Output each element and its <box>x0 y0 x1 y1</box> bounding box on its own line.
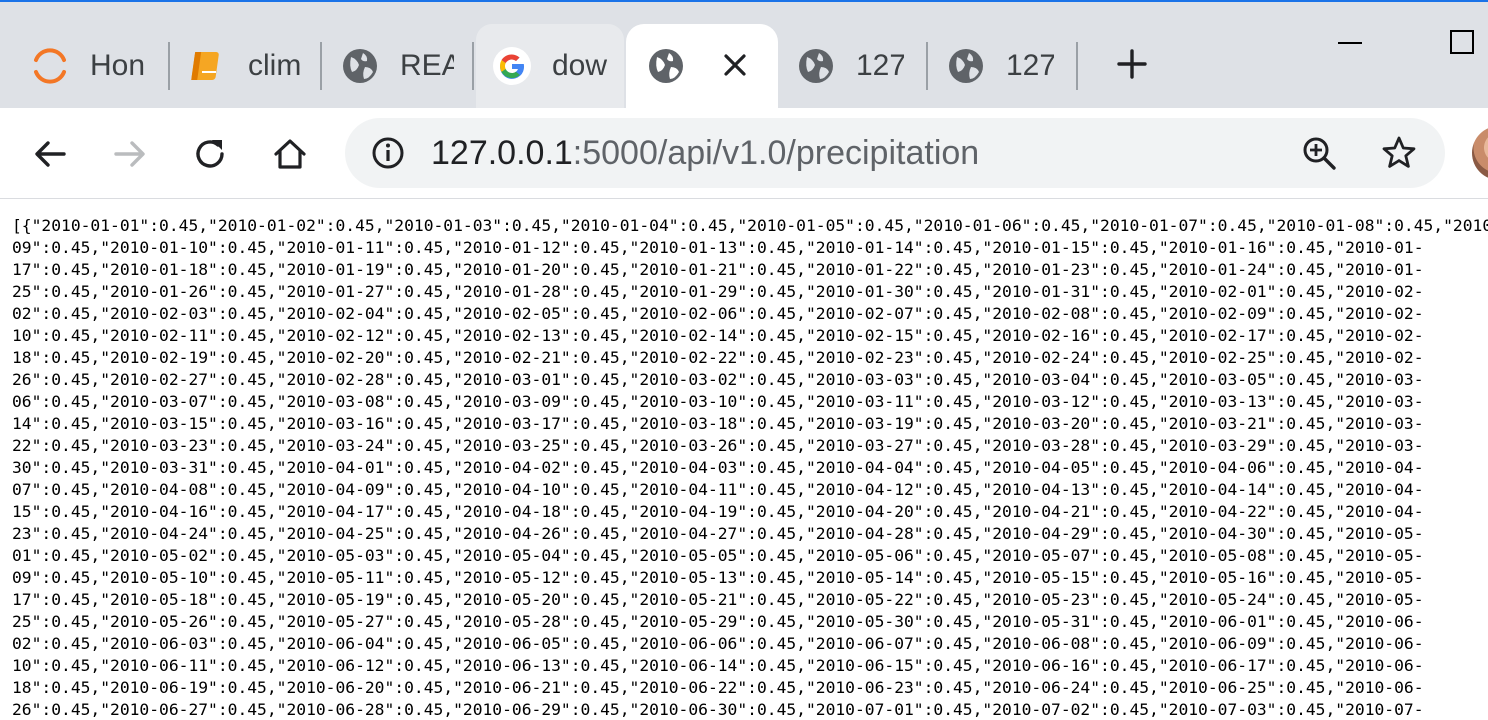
json-text-line: 18":0.45,"2010-06-19":0.45,"2010-06-20":… <box>12 678 1424 697</box>
tab-separator <box>320 42 322 90</box>
json-text-line: 15":0.45,"2010-04-16":0.45,"2010-04-17":… <box>12 502 1424 521</box>
globe-icon <box>796 46 836 86</box>
new-tab-button[interactable] <box>1112 44 1152 84</box>
json-text-line: 02":0.45,"2010-02-03":0.45,"2010-02-04":… <box>12 304 1424 323</box>
google-g-icon <box>492 46 532 86</box>
page-content: [{"2010-01-01":0.45,"2010-01-02":0.45,"2… <box>0 199 1488 720</box>
json-text-line: 07":0.45,"2010-04-08":0.45,"2010-04-09":… <box>12 480 1424 499</box>
tab-separator <box>1076 42 1078 90</box>
tab-title: 127. <box>856 49 904 82</box>
tab-home[interactable]: Hon <box>30 24 152 108</box>
tab-active-precipitation[interactable] <box>626 24 778 108</box>
tab-rea[interactable]: REA <box>340 24 454 108</box>
forward-arrow-icon <box>114 141 145 167</box>
tab-127-b[interactable]: 127. <box>946 24 1058 108</box>
globe-icon <box>340 46 380 86</box>
json-text-line: 09":0.45,"2010-05-10":0.45,"2010-05-11":… <box>12 568 1424 587</box>
forward-button[interactable] <box>106 130 154 178</box>
json-text-line: 25":0.45,"2010-05-26":0.45,"2010-05-27":… <box>12 612 1424 631</box>
json-text-line: 30":0.45,"2010-03-31":0.45,"2010-04-01":… <box>12 458 1424 477</box>
reload-icon <box>196 140 224 168</box>
address-bar[interactable]: 127.0.0.1:5000/api/v1.0/precipitation <box>345 118 1445 188</box>
tab-title: REA <box>400 49 454 82</box>
tab-separator <box>926 42 928 90</box>
url-path: :5000/api/v1.0/precipitation <box>572 134 980 172</box>
url-text[interactable]: 127.0.0.1:5000/api/v1.0/precipitation <box>431 130 979 176</box>
json-text-line: 14":0.45,"2010-03-15":0.45,"2010-03-16":… <box>12 414 1424 433</box>
orange-book-icon <box>188 46 228 86</box>
url-host: 127.0.0.1 <box>431 134 573 172</box>
json-text-line: 10":0.45,"2010-02-11":0.45,"2010-02-12":… <box>12 326 1424 345</box>
json-response-text: [{"2010-01-01":0.45,"2010-01-02":0.45,"2… <box>12 215 1488 720</box>
reload-button[interactable] <box>186 130 234 178</box>
json-text-line: 17":0.45,"2010-05-18":0.45,"2010-05-19":… <box>12 590 1424 609</box>
tab-separator <box>168 42 170 90</box>
plus-icon <box>1117 49 1147 79</box>
back-arrow-icon <box>35 141 66 167</box>
json-text-line: 17":0.45,"2010-01-18":0.45,"2010-01-19":… <box>12 260 1424 279</box>
tab-dow[interactable]: dow <box>476 24 624 108</box>
tab-127-a[interactable]: 127. <box>796 24 908 108</box>
tab-title: dow <box>552 49 608 82</box>
json-text-line: 09":0.45,"2010-01-10":0.45,"2010-01-11":… <box>12 238 1424 257</box>
bookmark-star-icon[interactable] <box>1380 134 1418 172</box>
minimize-icon <box>1338 42 1362 44</box>
tab-title: clim <box>248 49 302 82</box>
tab-separator <box>472 42 474 90</box>
json-text-line: 01":0.45,"2010-05-02":0.45,"2010-05-03":… <box>12 546 1424 565</box>
zoom-icon[interactable] <box>1300 134 1338 172</box>
globe-icon <box>646 46 686 86</box>
globe-icon <box>946 46 986 86</box>
json-text-line: 22":0.45,"2010-03-23":0.45,"2010-03-24":… <box>12 436 1424 455</box>
minimize-window-button[interactable] <box>1330 22 1370 62</box>
json-text-line: 06":0.45,"2010-03-07":0.45,"2010-03-08":… <box>12 392 1424 411</box>
json-text-line: 26":0.45,"2010-02-27":0.45,"2010-02-28":… <box>12 370 1424 389</box>
json-text-line: 10":0.45,"2010-06-11":0.45,"2010-06-12":… <box>12 656 1424 675</box>
tab-title: 127. <box>1006 49 1054 82</box>
json-text-line: 25":0.45,"2010-01-26":0.45,"2010-01-27":… <box>12 282 1424 301</box>
tab-title: Hon <box>90 49 146 82</box>
json-text-line: [{"2010-01-01":0.45,"2010-01-02":0.45,"2… <box>12 216 1488 235</box>
maximize-icon <box>1450 30 1474 54</box>
home-icon <box>274 139 306 169</box>
json-text-line: 23":0.45,"2010-04-24":0.45,"2010-04-25":… <box>12 524 1424 543</box>
maximize-window-button[interactable] <box>1442 22 1482 62</box>
json-text-line: 18":0.45,"2010-02-19":0.45,"2010-02-20":… <box>12 348 1424 367</box>
json-text-line: 26":0.45,"2010-06-27":0.45,"2010-06-28":… <box>12 700 1424 719</box>
site-info-icon[interactable] <box>371 136 405 170</box>
orange-ring-icon <box>30 46 70 86</box>
json-text-line: 02":0.45,"2010-06-03":0.45,"2010-06-04":… <box>12 634 1424 653</box>
browser-toolbar: 127.0.0.1:5000/api/v1.0/precipitation <box>0 108 1488 199</box>
tab-strip: Hon clim REA dow 127. <box>0 0 1488 108</box>
home-button[interactable] <box>266 130 314 178</box>
close-tab-icon[interactable] <box>720 50 750 80</box>
tab-clim[interactable]: clim <box>188 24 304 108</box>
back-button[interactable] <box>26 130 74 178</box>
